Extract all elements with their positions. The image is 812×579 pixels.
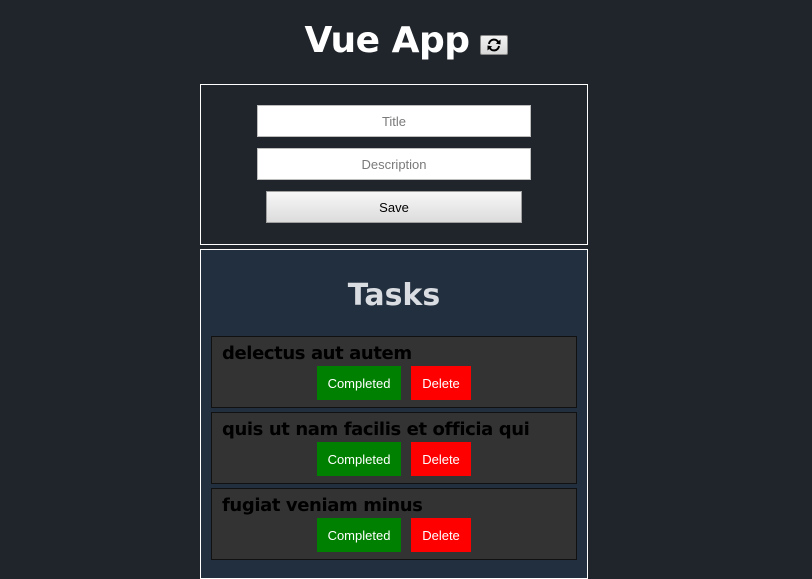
tasks-heading: Tasks bbox=[347, 278, 441, 313]
completed-button[interactable]: Completed bbox=[317, 442, 401, 476]
refresh-icon bbox=[487, 38, 501, 52]
delete-button[interactable]: Delete bbox=[411, 366, 471, 400]
task-title: fugiat veniam minus bbox=[222, 495, 423, 516]
refresh-button[interactable] bbox=[479, 35, 508, 55]
tasks-panel: Tasks delectus aut autem Completed Delet… bbox=[200, 249, 588, 579]
delete-button[interactable]: Delete bbox=[411, 518, 471, 552]
task-card: fugiat veniam minus Completed Delete bbox=[211, 488, 577, 560]
completed-button[interactable]: Completed bbox=[317, 366, 401, 400]
task-form: Save bbox=[200, 84, 588, 245]
app-header: Vue App bbox=[0, 15, 812, 65]
title-input[interactable] bbox=[257, 105, 531, 137]
app-title: Vue App bbox=[304, 19, 470, 61]
task-title: quis ut nam facilis et officia qui bbox=[222, 419, 530, 440]
delete-button[interactable]: Delete bbox=[411, 442, 471, 476]
description-input[interactable] bbox=[257, 148, 531, 180]
save-button[interactable]: Save bbox=[266, 191, 522, 223]
completed-button[interactable]: Completed bbox=[317, 518, 401, 552]
task-card: delectus aut autem Completed Delete bbox=[211, 336, 577, 408]
task-card: quis ut nam facilis et officia qui Compl… bbox=[211, 412, 577, 484]
task-title: delectus aut autem bbox=[222, 343, 412, 364]
